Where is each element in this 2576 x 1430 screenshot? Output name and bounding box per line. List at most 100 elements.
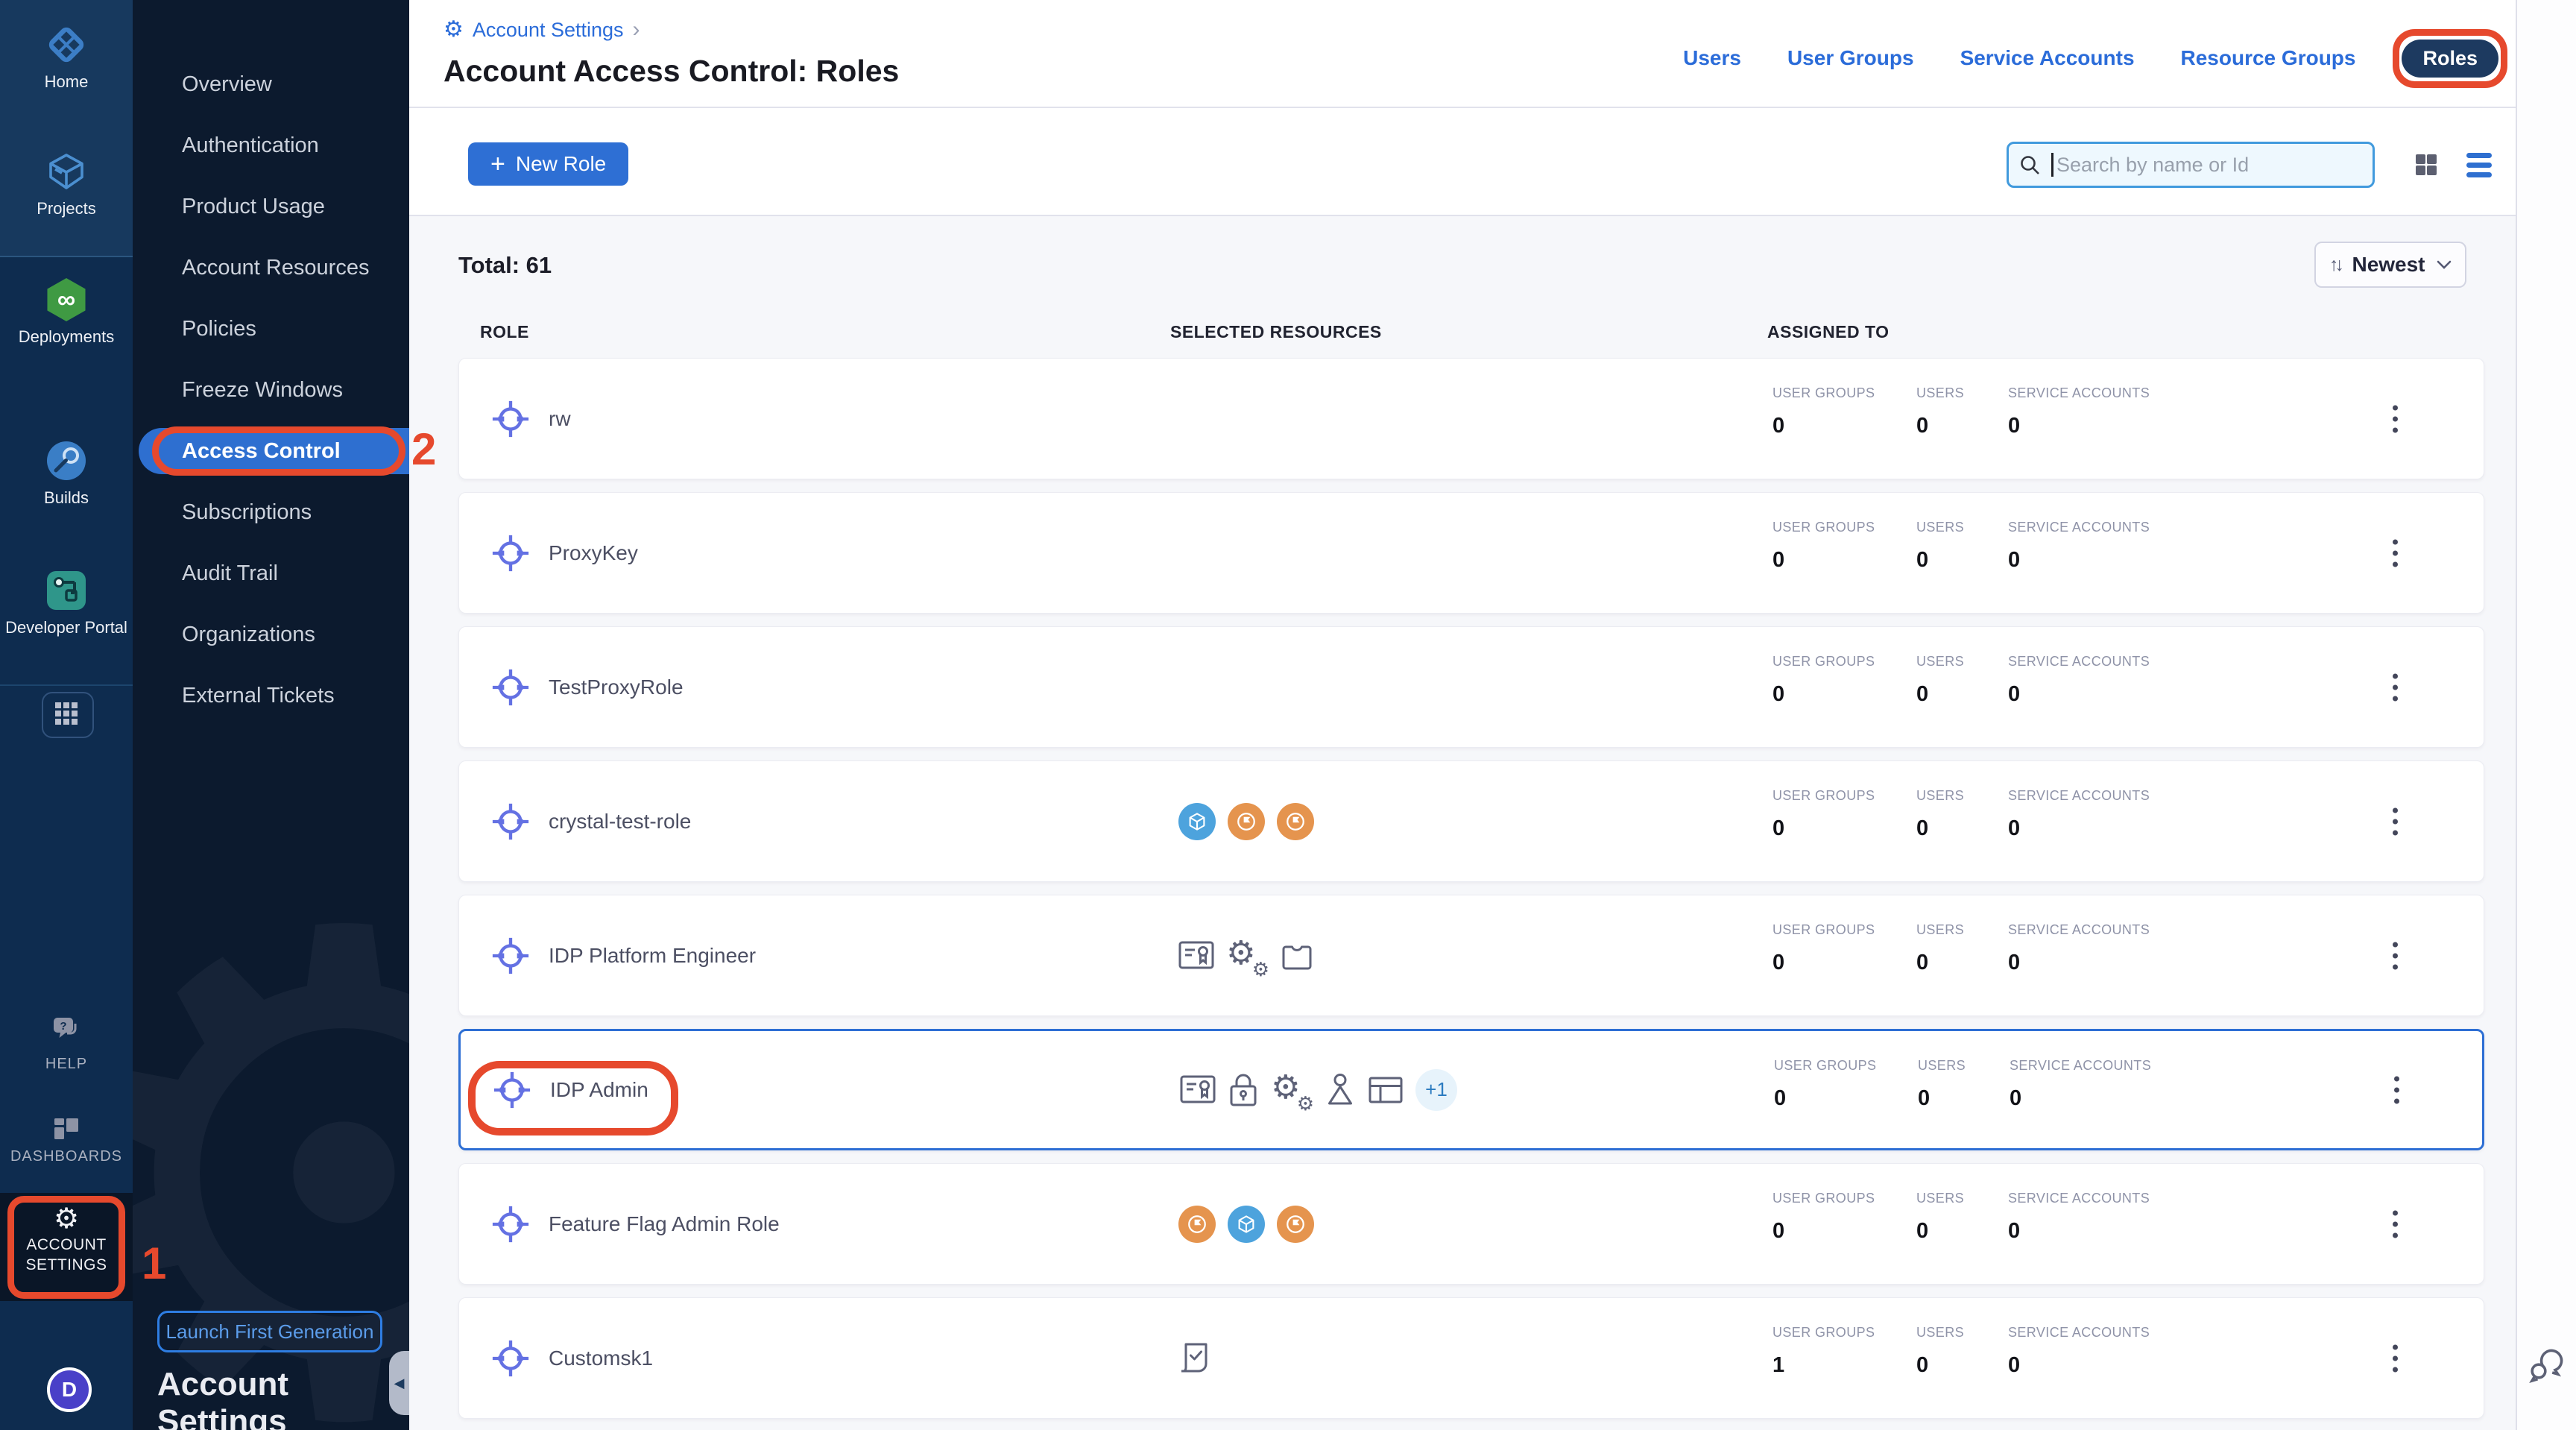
sidebar-item-authentication[interactable]: Authentication	[133, 115, 409, 176]
sidebar-item-organizations[interactable]: Organizations	[133, 604, 409, 665]
sidebar-item-label: Overview	[182, 72, 272, 97]
assigned-count: 0	[1772, 1219, 1784, 1244]
sidebar-item-policies[interactable]: Policies	[133, 298, 409, 359]
role-row-feature-flag-admin-role[interactable]: Feature Flag Admin Role USER GROUPS0USER…	[458, 1163, 2484, 1285]
role-row-rw[interactable]: rw USER GROUPS0USERS0SERVICE ACCOUNTS0	[458, 358, 2484, 479]
row-menu-button[interactable]	[2390, 1071, 2404, 1108]
feature-flag-icon	[1178, 1206, 1216, 1243]
assigned-column-label: USER GROUPS	[1772, 385, 1875, 401]
sidebar-item-label: Policies	[182, 317, 256, 341]
gear-icon: ⚙	[0, 1203, 133, 1235]
role-row-testproxyrole[interactable]: TestProxyRole USER GROUPS0USERS0SERVICE …	[458, 626, 2484, 748]
search-box	[2007, 142, 2375, 188]
new-role-button[interactable]: + New Role	[468, 142, 628, 186]
list-view-icon[interactable]	[2466, 153, 2492, 177]
breadcrumb-link[interactable]: Account Settings	[473, 19, 624, 42]
assigned-column-label: SERVICE ACCOUNTS	[2010, 1058, 2151, 1074]
breadcrumb: ⚙ Account Settings ›	[443, 18, 640, 42]
role-row-idp-platform-engineer[interactable]: IDP Platform Engineer ⚙⚙ USER GROUPS0USE…	[458, 895, 2484, 1016]
assigned-count: 0	[1916, 414, 1928, 438]
environment-icon	[1228, 1206, 1265, 1243]
sidebar-item-product-usage[interactable]: Product Usage	[133, 176, 409, 237]
row-menu-button[interactable]	[2388, 937, 2402, 974]
assigned-column-label: SERVICE ACCOUNTS	[2008, 1191, 2150, 1206]
sidebar-item-subscriptions[interactable]: Subscriptions	[133, 482, 409, 543]
row-menu-button[interactable]	[2388, 400, 2402, 437]
tab-users[interactable]: Users	[1683, 46, 1741, 70]
role-row-proxykey[interactable]: ProxyKey USER GROUPS0USERS0SERVICE ACCOU…	[458, 492, 2484, 614]
tab-roles[interactable]: Roles	[2402, 40, 2498, 78]
rail-item-projects[interactable]: Projects	[0, 149, 133, 218]
selected-resources	[1178, 1298, 1213, 1418]
role-row-customsk1[interactable]: Customsk1 USER GROUPS1USERS0SERVICE ACCO…	[458, 1297, 2484, 1419]
sidebar-item-label: Audit Trail	[182, 561, 278, 586]
role-name[interactable]: rw	[549, 407, 571, 431]
environment-icon	[1178, 803, 1216, 840]
rail-item-developer-portal[interactable]: Developer Portal	[0, 568, 133, 637]
role-name[interactable]: IDP Platform Engineer	[549, 944, 756, 968]
row-menu-button[interactable]	[2388, 803, 2402, 840]
row-menu-button[interactable]	[2388, 1206, 2402, 1242]
new-role-label: New Role	[516, 152, 606, 176]
assigned-count: 0	[2008, 951, 2020, 975]
text-cursor	[2051, 153, 2053, 177]
role-name[interactable]: Customsk1	[549, 1346, 653, 1370]
dashboards-button[interactable]: DASHBOARDS	[0, 1114, 133, 1167]
role-row-crystal-test-role[interactable]: crystal-test-role USER GROUPS0USERS0SERV…	[458, 760, 2484, 882]
tab-user-groups[interactable]: User Groups	[1787, 46, 1914, 70]
sidebar-item-account-resources[interactable]: Account Resources	[133, 237, 409, 298]
assigned-column-label: USERS	[1916, 788, 1964, 804]
assigned-count: 0	[1916, 1353, 1928, 1378]
row-menu-button[interactable]	[2388, 535, 2402, 571]
sidebar-item-access-control[interactable]: Access Control	[133, 421, 409, 482]
role-cell: TestProxyRole	[490, 627, 684, 747]
assigned-column-label: SERVICE ACCOUNTS	[2008, 788, 2150, 804]
role-target-icon	[490, 801, 531, 842]
sidebar-item-account-settings[interactable]: ⚙ ACCOUNT SETTINGS	[0, 1193, 133, 1301]
role-row-idp-admin[interactable]: IDP Admin ⚙⚙+1 USER GROUPS0USERS0SERVICE…	[458, 1029, 2484, 1150]
chat-support-icon[interactable]	[2528, 1344, 2569, 1387]
annotation-step-2: 2	[411, 423, 436, 475]
tab-resource-groups[interactable]: Resource Groups	[2181, 46, 2356, 70]
home-icon	[0, 22, 133, 67]
sidebar-item-overview[interactable]: Overview	[133, 54, 409, 115]
help-button[interactable]: ? HELP	[0, 1007, 133, 1074]
rail-divider	[0, 256, 133, 257]
role-name[interactable]: ProxyKey	[549, 541, 638, 565]
assigned-to: USER GROUPS0USERS0SERVICE ACCOUNTS0	[1772, 359, 2399, 479]
role-name[interactable]: crystal-test-role	[549, 810, 691, 834]
avatar[interactable]: D	[47, 1367, 92, 1412]
rail-item-label: Projects	[0, 198, 133, 218]
launch-first-generation-button[interactable]: Launch First Generation	[157, 1311, 382, 1352]
rail-item-builds[interactable]: Builds	[0, 438, 133, 508]
feature-flag-icon	[1277, 1206, 1314, 1243]
sidebar-collapse-handle[interactable]: ◀	[389, 1351, 409, 1415]
role-name[interactable]: IDP Admin	[550, 1078, 648, 1102]
row-menu-button[interactable]	[2388, 1340, 2402, 1376]
help-label: HELP	[0, 1054, 133, 1074]
role-name[interactable]: TestProxyRole	[549, 675, 684, 699]
sidebar-item-freeze-windows[interactable]: Freeze Windows	[133, 359, 409, 421]
main-area: ⚙ Account Settings › Account Access Cont…	[409, 0, 2576, 1430]
account-settings-label-2: SETTINGS	[0, 1255, 133, 1275]
role-name[interactable]: Feature Flag Admin Role	[549, 1212, 780, 1236]
rail-item-home[interactable]: Home	[0, 22, 133, 92]
row-menu-button[interactable]	[2388, 669, 2402, 705]
sort-dropdown[interactable]: ↑↓ Newest	[2314, 242, 2466, 288]
tab-service-accounts[interactable]: Service Accounts	[1960, 46, 2135, 70]
right-utility-column	[2516, 0, 2576, 1430]
column-assigned-to: ASSIGNED TO	[1767, 322, 1890, 342]
rail-item-label: Builds	[0, 488, 133, 508]
assigned-column-label: USER GROUPS	[1772, 788, 1875, 804]
rail-divider-2	[0, 684, 133, 686]
top-tabs: Users User Groups Service Accounts Resource…	[1683, 37, 2498, 79]
grid-view-icon[interactable]	[2414, 153, 2438, 177]
module-picker-button[interactable]	[42, 692, 94, 738]
assigned-column-label: SERVICE ACCOUNTS	[2008, 520, 2150, 535]
assigned-column-label: USERS	[1916, 1191, 1964, 1206]
rail-item-deployments[interactable]: ∞Deployments	[0, 277, 133, 347]
sidebar-item-label: Account Resources	[182, 256, 369, 280]
sidebar-item-external-tickets[interactable]: External Tickets	[133, 665, 409, 726]
sidebar-item-audit-trail[interactable]: Audit Trail	[133, 543, 409, 604]
search-input[interactable]	[2007, 142, 2375, 188]
